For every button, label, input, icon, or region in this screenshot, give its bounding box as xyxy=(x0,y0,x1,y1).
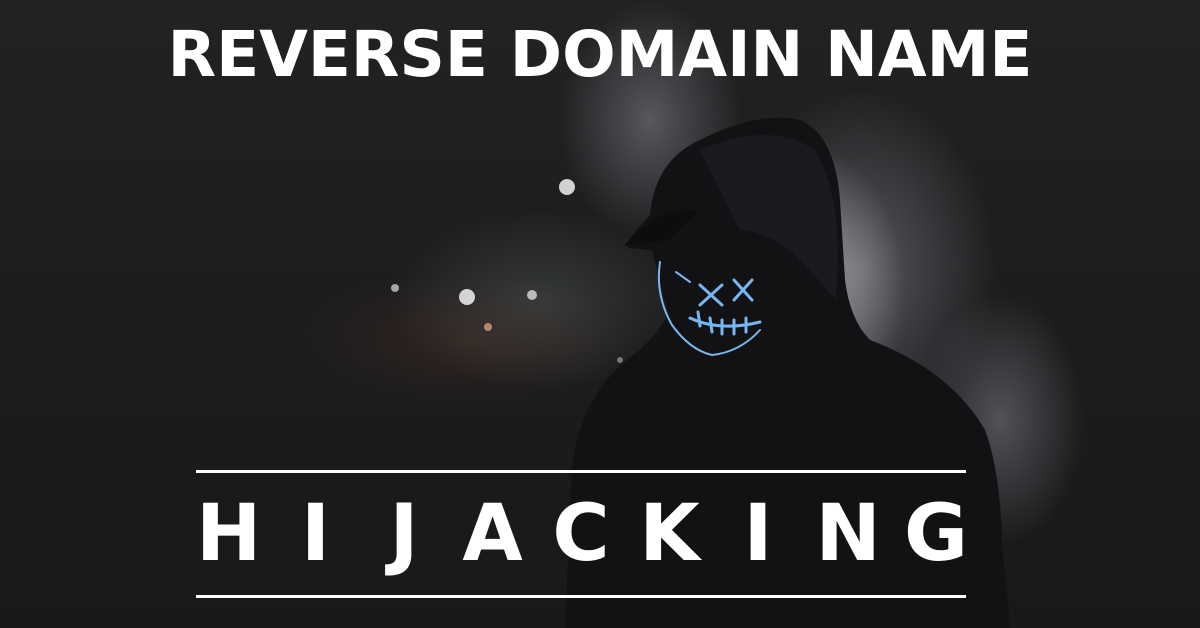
headline-letter: N xyxy=(815,489,881,579)
headline-letter: G xyxy=(904,489,969,579)
bokeh-light xyxy=(527,290,537,300)
headline-letter: J xyxy=(389,489,419,579)
headline-letter: C xyxy=(552,489,610,579)
bokeh-light xyxy=(459,289,475,305)
headline-bottom: HIJACKING xyxy=(196,482,969,586)
headline-letter: I xyxy=(743,489,773,579)
headline-letter: H xyxy=(196,489,262,579)
bokeh-light xyxy=(484,323,492,331)
bokeh-light xyxy=(391,284,399,292)
divider-top xyxy=(196,470,966,473)
headline-letter: I xyxy=(300,489,331,579)
bokeh-light xyxy=(617,357,623,363)
headline-letter: A xyxy=(462,489,523,579)
banner-image: REVERSE DOMAIN NAME HIJACKING xyxy=(0,0,1200,628)
headline-letter: K xyxy=(639,489,700,579)
divider-bottom xyxy=(196,595,966,598)
bokeh-light xyxy=(559,179,575,195)
headline-top: REVERSE DOMAIN NAME xyxy=(167,18,1033,91)
